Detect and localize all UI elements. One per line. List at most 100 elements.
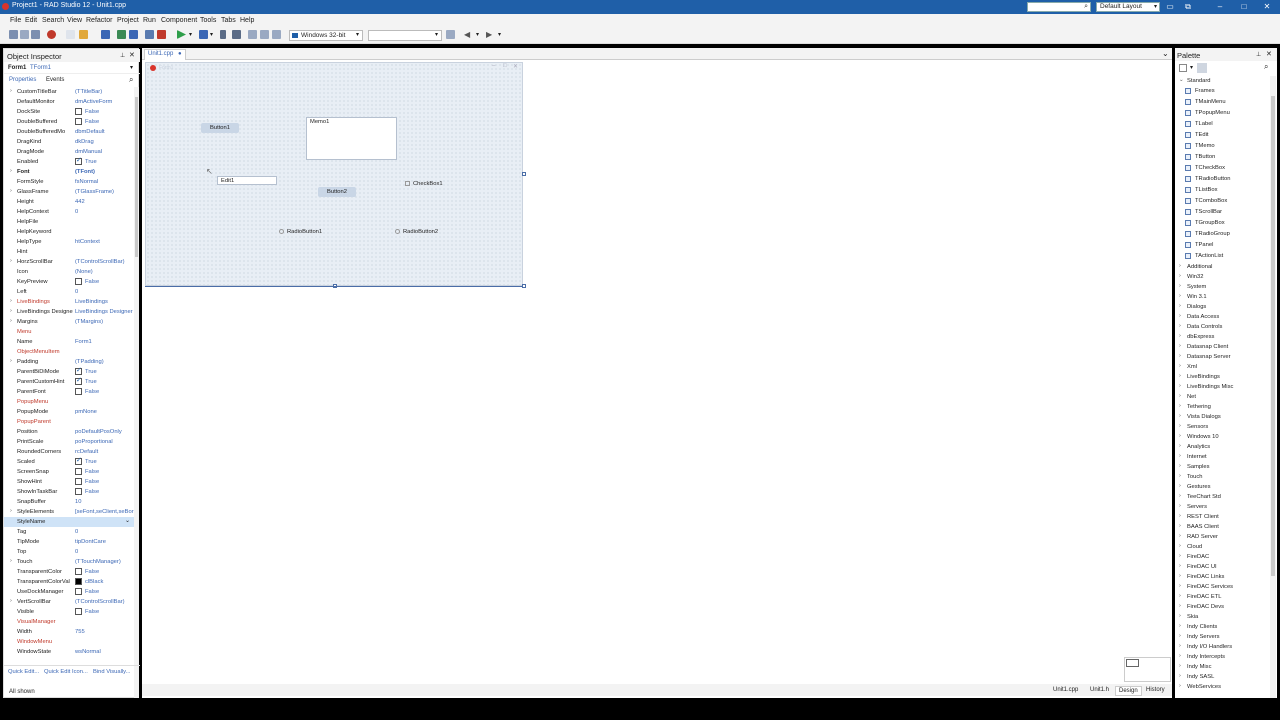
save-all-icon[interactable] <box>117 30 126 39</box>
resize-handle-right[interactable] <box>522 172 526 176</box>
palette-category[interactable]: › dbExpress <box>1175 332 1269 342</box>
palette-component[interactable]: Frames <box>1175 86 1269 97</box>
close-icon[interactable]: ● <box>178 51 182 57</box>
property-row[interactable]: Height 442 <box>4 197 134 207</box>
platform-selector[interactable]: Windows 32-bit ▾ <box>289 30 363 41</box>
chevron-right-icon[interactable]: › <box>10 88 12 94</box>
palette-component[interactable]: TPopupMenu <box>1175 108 1269 119</box>
menu-tools[interactable]: Tools <box>200 17 216 24</box>
palette-category[interactable]: › Indy SASL <box>1175 672 1269 682</box>
chevron-right-icon[interactable]: › <box>10 188 12 194</box>
property-row[interactable]: WindowMenu <box>4 637 134 647</box>
palette-component[interactable]: TRadioButton <box>1175 174 1269 185</box>
property-value[interactable]: True <box>85 159 134 165</box>
palette-component[interactable]: TLabel <box>1175 119 1269 130</box>
property-value[interactable]: pmNone <box>75 409 134 415</box>
property-row[interactable]: DockSite False <box>4 107 134 117</box>
property-row[interactable]: FormStyle fsNormal <box>4 177 134 187</box>
property-checkbox[interactable] <box>75 367 82 375</box>
property-value[interactable]: (None) <box>75 269 134 275</box>
palette-category[interactable]: › Data Access <box>1175 312 1269 322</box>
palette-category[interactable]: › Indy Misc <box>1175 662 1269 672</box>
save-as-icon[interactable] <box>129 30 138 39</box>
form-designer[interactable]: Form1 – □ ✕ Button1 Memo1 Edit1 Button2 … <box>145 62 523 286</box>
chevron-down-icon[interactable]: ▾ <box>1190 64 1193 71</box>
property-checkbox[interactable] <box>75 468 82 475</box>
toggle-form-unit-icon[interactable] <box>145 30 154 39</box>
property-value[interactable]: False <box>85 469 134 475</box>
palette-category[interactable]: › REST Client <box>1175 512 1269 522</box>
property-row[interactable]: › CustomTitleBar (TTitleBar) <box>4 87 134 97</box>
property-checkbox[interactable] <box>75 118 82 125</box>
remove-icon[interactable] <box>47 30 56 39</box>
layout-menu-icon[interactable]: ⧉ <box>1182 1 1194 13</box>
palette-category[interactable]: › Samples <box>1175 462 1269 472</box>
property-row[interactable]: ShowInTaskBar False <box>4 487 134 497</box>
close-icon[interactable]: ✕ <box>1261 1 1273 13</box>
palette-category[interactable]: › Indy I/O Handlers <box>1175 642 1269 652</box>
property-value[interactable]: False <box>85 279 134 285</box>
close-icon[interactable]: ✕ <box>129 51 135 59</box>
property-value[interactable]: 10 <box>75 499 134 505</box>
palette-category[interactable]: › Datasnap Server <box>1175 352 1269 362</box>
menu-help[interactable]: Help <box>240 17 254 24</box>
property-row[interactable]: › Padding (TPadding) <box>4 357 134 367</box>
menu-file[interactable]: File <box>10 17 21 24</box>
property-row[interactable]: Menu <box>4 327 134 337</box>
scrollbar-thumb[interactable] <box>1271 96 1275 576</box>
property-value[interactable]: (TControlScrollBar) <box>75 599 134 605</box>
palette-component[interactable]: TRadioGroup <box>1175 229 1269 240</box>
palette-component[interactable]: TGroupBox <box>1175 218 1269 229</box>
palette-category[interactable]: › FireDAC Links <box>1175 572 1269 582</box>
property-row[interactable]: VisualManager <box>4 617 134 627</box>
palette-category[interactable]: › Dialogs <box>1175 302 1269 312</box>
chevron-right-icon[interactable]: › <box>10 258 12 264</box>
palette-category[interactable]: › Sensors <box>1175 422 1269 432</box>
maximize-icon[interactable]: □ <box>1238 1 1250 13</box>
property-row[interactable]: HelpType htContext <box>4 237 134 247</box>
property-row[interactable]: PopupMenu <box>4 397 134 407</box>
property-value[interactable]: clBlack <box>85 579 134 585</box>
view-form-icon[interactable] <box>157 30 166 39</box>
forward-arrow-icon[interactable]: ▶ <box>486 30 492 39</box>
palette-component[interactable]: TCheckBox <box>1175 163 1269 174</box>
property-value[interactable]: False <box>85 389 134 395</box>
chevron-down-icon[interactable]: ⌄ <box>1162 49 1169 58</box>
property-row[interactable]: TransparentColor False <box>4 567 134 577</box>
pause-icon[interactable] <box>220 30 226 39</box>
property-value[interactable]: (TFont) <box>75 169 134 175</box>
menu-refactor[interactable]: Refactor <box>86 17 112 24</box>
property-value[interactable]: fsNormal <box>75 179 134 185</box>
view-tab-design[interactable]: Design <box>1115 686 1142 696</box>
palette-category[interactable]: › Indy Servers <box>1175 632 1269 642</box>
property-value[interactable]: False <box>85 489 134 495</box>
run-without-debug-icon[interactable] <box>199 30 208 39</box>
deploy-icon[interactable] <box>446 30 455 39</box>
view-tab-cpp[interactable]: Unit1.cpp <box>1050 686 1081 694</box>
step-over-icon[interactable] <box>248 30 257 39</box>
chevron-down-icon[interactable]: ▾ <box>498 31 501 38</box>
property-row[interactable]: Name Form1 <box>4 337 134 347</box>
pin-icon[interactable]: ⊥ <box>1256 51 1261 58</box>
property-value[interactable]: False <box>85 569 134 575</box>
property-value[interactable]: False <box>85 119 134 125</box>
property-value[interactable]: [seFont,seClient,seBor <box>75 509 134 515</box>
property-checkbox[interactable] <box>75 377 82 385</box>
property-row[interactable]: ScreenSnap False <box>4 467 134 477</box>
property-value[interactable]: (TPadding) <box>75 359 134 365</box>
property-row[interactable]: DragKind dkDrag <box>4 137 134 147</box>
property-row[interactable]: Icon (None) <box>4 267 134 277</box>
save-layout-icon[interactable]: ▭ <box>1164 1 1176 13</box>
property-row[interactable]: Top 0 <box>4 547 134 557</box>
button1[interactable]: Button1 <box>201 123 239 133</box>
palette-category[interactable]: › Indy Clients <box>1175 622 1269 632</box>
new-file-icon[interactable] <box>20 30 29 39</box>
palette-category[interactable]: › LiveBindings Misc <box>1175 382 1269 392</box>
chevron-right-icon[interactable]: › <box>10 318 12 324</box>
property-row[interactable]: › Margins (TMargins) <box>4 317 134 327</box>
menu-tabs[interactable]: Tabs <box>221 17 236 24</box>
palette-component[interactable]: TListBox <box>1175 185 1269 196</box>
property-row[interactable]: WindowState wsNormal <box>4 647 134 657</box>
run-to-cursor-icon[interactable] <box>272 30 281 39</box>
palette-search[interactable]: ▾ ⌕ <box>1175 62 1271 74</box>
